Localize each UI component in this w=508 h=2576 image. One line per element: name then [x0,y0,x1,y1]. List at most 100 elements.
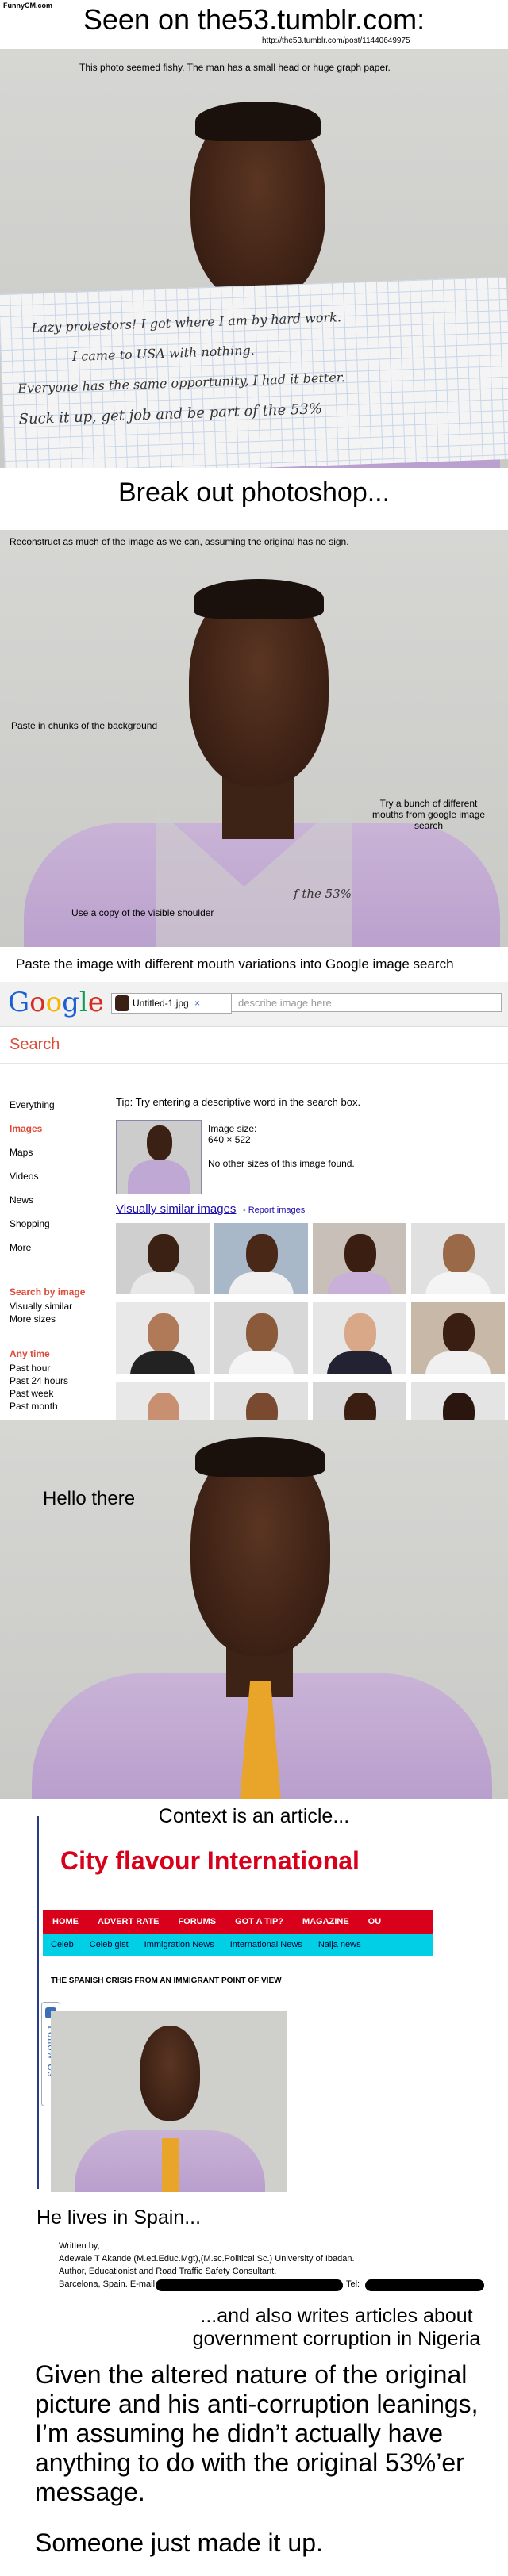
logo-letter: G [8,987,30,1018]
nav-ou[interactable]: OU [359,1910,391,1934]
search-by-image-heading: Search by image [10,1286,86,1298]
note-line-4: Suck it up, get job and be part of the 5… [18,401,323,428]
hair [195,1437,325,1477]
hair [195,102,321,141]
time-past-month[interactable]: Past month [10,1401,58,1412]
site-title[interactable]: City flavour International [60,1846,360,1876]
similar-image[interactable] [313,1302,406,1374]
query-image[interactable] [116,1120,202,1194]
source-url: http://the53.tumblr.com/post/11440649975 [262,36,410,45]
also-writes: ...and also writes articles about govern… [192,2305,481,2350]
nav-shopping[interactable]: Shopping [10,1212,105,1236]
similar-image[interactable] [313,1223,406,1294]
tel-label: Tel: [346,2279,360,2289]
conclusion: Given the altered nature of the original… [35,2360,479,2506]
tie [162,2138,179,2192]
section6-heading: He lives in Spain... [37,2206,202,2229]
nav-everything[interactable]: Everything [10,1093,105,1117]
photo2-caption: Reconstruct as much of the image as we c… [10,536,349,547]
note-line-2: I came to USA with nothing. [71,343,256,365]
label-background: Paste in chunks of the background [11,720,158,731]
no-other-sizes: No other sizes of this image found. [208,1158,355,1169]
section1-heading: Seen on the53.tumblr.com: [83,3,425,36]
section2-heading: Break out photoshop... [117,477,391,508]
more-sizes-link[interactable]: More sizes [10,1313,56,1324]
photo1-caption: This photo seemed fishy. The man has a s… [79,62,391,73]
nav-advert-rate[interactable]: ADVERT RATE [88,1910,168,1934]
nav-magazine[interactable]: MAGAZINE [293,1910,359,1934]
label-mouths: Try a bunch of different mouths from goo… [371,798,486,831]
article-title: THE SPANISH CRISIS FROM AN IMMIGRANT POI… [51,1976,282,1985]
report-images-link[interactable]: - Report images [243,1206,305,1215]
google-topbar: Google Untitled-1.jpg × describe image h… [0,982,508,1027]
image-size-value: 640 × 522 [208,1134,251,1145]
written-by: Written by, [59,2241,100,2251]
similar-image[interactable] [411,1382,505,1420]
time-past-hour[interactable]: Past hour [10,1363,50,1374]
logo-letter: l [79,987,88,1018]
nav-news[interactable]: News [10,1188,105,1212]
search-divider [0,1063,508,1064]
time-past-week[interactable]: Past week [10,1388,53,1399]
redacted-phone [365,2279,484,2291]
query-face [147,1125,172,1160]
nav-videos[interactable]: Videos [10,1164,105,1188]
face [140,2026,200,2121]
nav-more[interactable]: More [10,1236,105,1259]
similar-image[interactable] [116,1223,210,1294]
nav-images[interactable]: Images [10,1117,105,1140]
image-chip[interactable]: Untitled-1.jpg × [111,993,232,1014]
nav-maps[interactable]: Maps [10,1140,105,1164]
section5-heading: Context is an article... [158,1805,350,1827]
subnav-naija[interactable]: Naija news [310,1934,369,1956]
similar-image[interactable] [214,1382,308,1420]
hair [194,579,324,619]
final-line: Someone just made it up. [35,2528,323,2557]
label-shoulder: Use a copy of the visible shoulder [71,907,214,918]
reconstructed-photo: Reconstruct as much of the image as we c… [0,530,508,947]
nav-got-a-tip[interactable]: GOT A TIP? [225,1910,293,1934]
protest-note: Lazy protestors! I got where I am by har… [0,276,508,468]
article-photo [51,2011,287,2192]
image-size-label: Image size: [208,1123,257,1134]
note-line-3: Everyone has the same opportunity, I had… [17,370,345,397]
visually-similar-heading[interactable]: Visually similar images [116,1202,236,1216]
visually-similar-link[interactable]: Visually similar [10,1301,72,1312]
describe-image-input[interactable]: describe image here [232,993,502,1012]
image-chip-file: Untitled-1.jpg [133,998,189,1009]
google-logo[interactable]: Google [8,987,104,1018]
search-tip: Tip: Try entering a descriptive word in … [116,1096,361,1108]
similar-image[interactable] [214,1223,308,1294]
original-photo: This photo seemed fishy. The man has a s… [0,49,508,468]
time-past-24h[interactable]: Past 24 hours [10,1375,68,1386]
subnav-celeb[interactable]: Celeb [43,1934,82,1956]
nav-home[interactable]: HOME [43,1910,88,1934]
section3-heading: Paste the image with different mouth var… [16,956,454,972]
search-title: Search [10,1036,60,1053]
nav-forums[interactable]: FORUMS [168,1910,225,1934]
author-line: Adewale T Akande (M.ed.Educ.Mgt),(M.sc.P… [59,2254,355,2264]
similar-image[interactable] [411,1302,505,1374]
similar-image[interactable] [116,1382,210,1420]
remove-image-icon[interactable]: × [194,998,200,1009]
subnav-international[interactable]: International News [222,1934,310,1956]
similar-image[interactable] [313,1382,406,1420]
similar-image[interactable] [116,1302,210,1374]
left-nav: Everything Images Maps Videos News Shopp… [10,1093,105,1259]
article-border [37,1816,39,2189]
subnav-immigration[interactable]: Immigration News [137,1934,222,1956]
logo-letter: o [29,987,46,1018]
note-fragment: f the 53% [294,887,352,901]
subnav-celeb-gist[interactable]: Celeb gist [82,1934,137,1956]
redacted-email [156,2279,343,2291]
author-location: Barcelona, Spain. E-mail; [59,2279,158,2289]
logo-letter: e [87,987,104,1018]
author-role: Author, Educationist and Road Traffic Sa… [59,2267,277,2276]
note-line-1: Lazy protestors! I got where I am by har… [31,309,342,335]
similar-image[interactable] [411,1223,505,1294]
image-thumb-icon [115,995,129,1011]
hello-caption: Hello there [43,1488,136,1509]
logo-letter: o [45,987,63,1018]
sub-nav: Celeb Celeb gist Immigration News Internati… [43,1934,433,1956]
similar-image[interactable] [214,1302,308,1374]
